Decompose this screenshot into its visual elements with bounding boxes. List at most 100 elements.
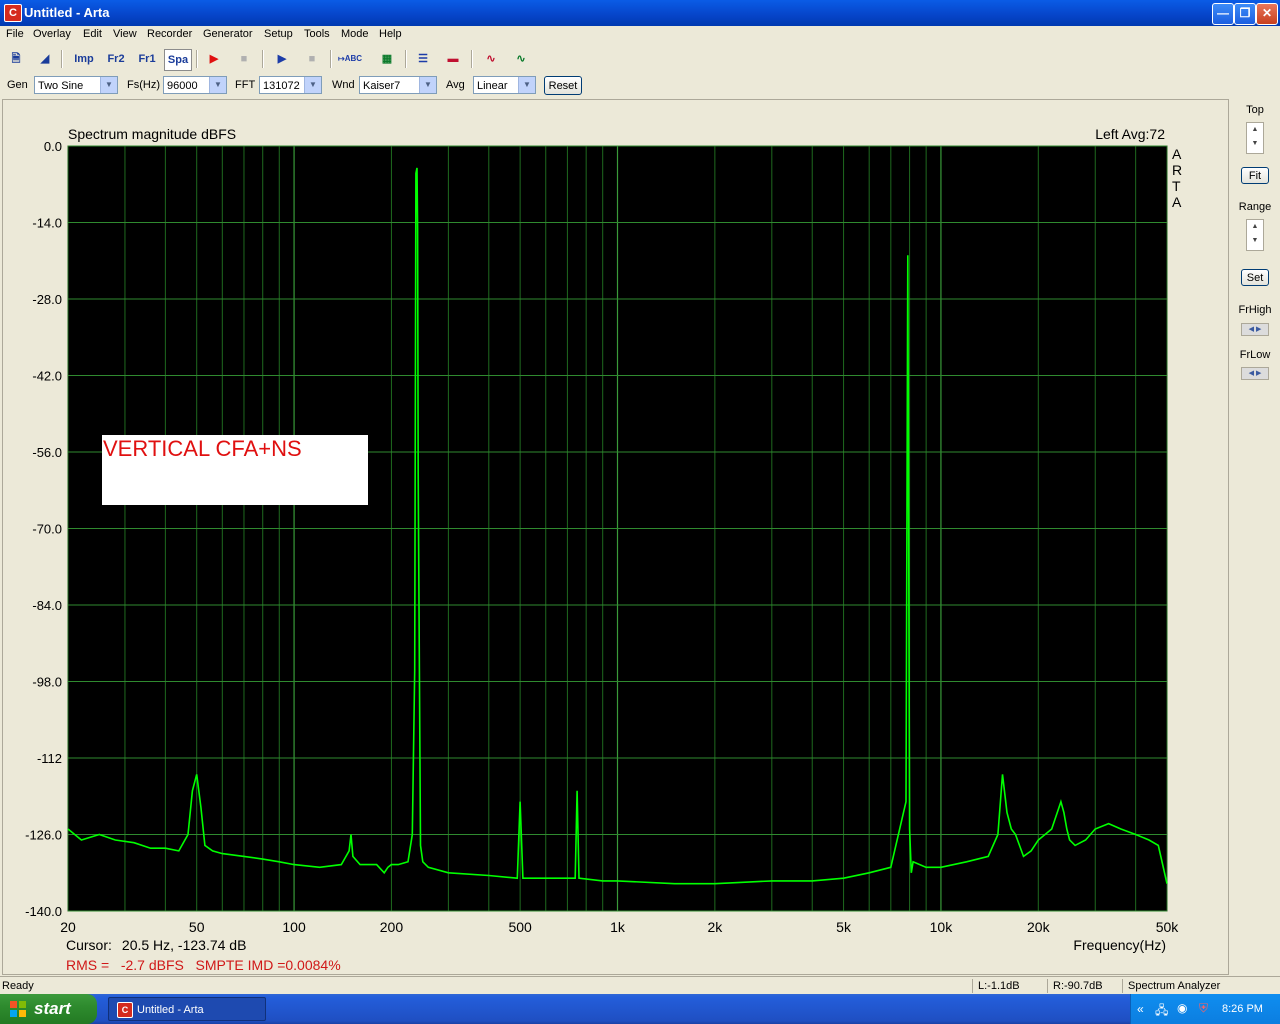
clock: 8:26 PM [1222,1003,1263,1015]
spectrum-chart[interactable]: Spectrum magnitude dBFS Left Avg:72 0.0 -… [0,99,1229,975]
x-tick-label: 10k [930,919,954,935]
fft-value: 131072 [263,80,300,92]
abc-icon[interactable]: ↦ABC [338,49,362,69]
y-tick-label: -126.0 [25,828,62,843]
gen-value: Two Sine [38,80,84,92]
settings-toolbar: Gen Two Sine ▼ Fs(Hz) 96000 ▼ FFT 131072 ▼ … [0,74,1280,98]
y-tick-label: -28.0 [32,292,62,307]
impulse-mode-button[interactable]: Imp [70,49,98,69]
annotation-box[interactable]: VERTICAL CFA+NS [102,435,368,505]
status-bar: Ready L:-1.1dB R:-90.7dB Spectrum Analyz… [0,976,1280,995]
side-panel: Top ▲ ▼ Fit Range ▲ ▼ Set FrHigh ◀ ▶ FrLow… [1230,99,1280,975]
wnd-select[interactable]: Kaiser7 ▼ [359,76,437,94]
security-icon[interactable]: ◉ [1177,1001,1187,1015]
frlow-label: FrLow [1239,349,1271,361]
x-tick-label: 500 [508,919,532,935]
frlow-stepper[interactable]: ◀ ▶ [1241,367,1269,380]
menu-mode[interactable]: Mode [341,28,369,40]
status-left-level: L:-1.1dB [978,980,1020,992]
channel-avg-label: Left Avg:72 [1095,126,1165,142]
play-icon[interactable]: ▶ [271,49,293,69]
x-tick-label: 200 [380,919,404,935]
fit-button[interactable]: Fit [1241,167,1269,184]
record-icon[interactable]: ▶ [203,49,225,69]
network-icon[interactable]: 🖧 [1155,1001,1168,1022]
stop-icon[interactable]: ■ [233,49,255,69]
top-spinner[interactable]: ▲ ▼ [1246,122,1264,154]
windows-logo-icon [10,1001,26,1017]
gen-select[interactable]: Two Sine ▼ [34,76,118,94]
menu-file[interactable]: File [6,28,24,40]
menu-edit[interactable]: Edit [83,28,102,40]
fft-select[interactable]: 131072 ▼ [259,76,322,94]
arta-watermark: ARTA [1172,146,1182,210]
fs-select[interactable]: 96000 ▼ [163,76,227,94]
tray-arrow-icon[interactable]: « [1137,1002,1144,1016]
new-file-icon[interactable]: 🗎 [5,49,27,69]
menu-generator[interactable]: Generator [203,28,253,40]
set-button[interactable]: Set [1241,269,1269,286]
y-tick-label: -98.0 [32,675,62,690]
y-tick-label: -84.0 [32,598,62,613]
color-bar-icon[interactable]: ▬ [442,49,464,69]
menu-view[interactable]: View [113,28,137,40]
close-button[interactable]: ✕ [1256,3,1278,25]
x-tick-label: 2k [707,919,723,935]
y-tick-label: -140.0 [25,904,62,919]
fr2-mode-button[interactable]: Fr2 [102,49,130,69]
menu-overlay[interactable]: Overlay [33,28,71,40]
y-tick-label: -56.0 [32,445,62,460]
wave-icon[interactable]: ∿ [480,49,502,69]
frhigh-label: FrHigh [1238,304,1272,316]
chevron-down-icon: ▼ [518,77,535,93]
range-spinner[interactable]: ▲ ▼ [1246,219,1264,251]
fs-value: 96000 [167,80,198,92]
y-tick-label: -42.0 [32,369,62,384]
minimize-button[interactable]: — [1212,3,1234,25]
chevron-down-icon: ▼ [100,77,117,93]
cursor-readout: Cursor: 20.5 Hz, -123.74 dB [66,937,246,953]
cursor-value: 20.5 Hz, -123.74 dB [122,937,247,953]
frhigh-stepper[interactable]: ◀ ▶ [1241,323,1269,336]
stop-play-icon[interactable]: ■ [301,49,323,69]
avg-select[interactable]: Linear ▼ [473,76,536,94]
top-label: Top [1246,104,1264,116]
menu-bar: File Overlay Edit View Recorder Generato… [0,26,1280,44]
arta-taskbar-icon: C [117,1002,133,1018]
cursor-label: Cursor: [66,937,112,953]
x-tick-label: 20 [60,919,76,935]
rms-imd-readout: RMS = -2.7 dBFS SMPTE IMD =0.0084% [66,957,341,973]
menu-help[interactable]: Help [379,28,402,40]
grid-icon[interactable]: ▦ [376,49,398,69]
chevron-down-icon: ▼ [209,77,226,93]
slider-icon[interactable]: ☰ [412,49,434,69]
y-tick-label: -70.0 [32,522,62,537]
menu-tools[interactable]: Tools [304,28,330,40]
x-axis-label: Frequency(Hz) [1073,937,1166,953]
menu-setup[interactable]: Setup [264,28,293,40]
wnd-value: Kaiser7 [363,80,401,92]
reset-button[interactable]: Reset [544,76,582,95]
spa-mode-button[interactable]: Spa [164,49,192,71]
scope-icon[interactable]: ∿ [510,49,532,69]
title-bar[interactable] [0,0,1280,26]
gen-label: Gen [7,79,28,91]
menu-recorder[interactable]: Recorder [147,28,192,40]
restore-button[interactable]: ❐ [1234,3,1256,25]
x-tick-label: 100 [282,919,306,935]
fr1-mode-button[interactable]: Fr1 [133,49,161,69]
wnd-label: Wnd [332,79,355,91]
shield-icon[interactable]: ⛨ [1199,1001,1208,1016]
x-tick-label: 50 [189,919,205,935]
y-tick-label: -112 [37,751,62,766]
chevron-down-icon: ▼ [304,77,321,93]
status-ready: Ready [2,980,34,992]
window-title: Untitled - Arta [24,5,110,20]
open-file-icon[interactable]: ◢ [34,49,56,69]
annotation-text: VERTICAL CFA+NS [103,436,302,461]
x-tick-label: 50k [1156,919,1180,935]
chevron-down-icon: ▼ [419,77,436,93]
chart-title: Spectrum magnitude dBFS [68,126,236,142]
x-tick-label: 1k [610,919,626,935]
status-right-level: R:-90.7dB [1053,980,1103,992]
